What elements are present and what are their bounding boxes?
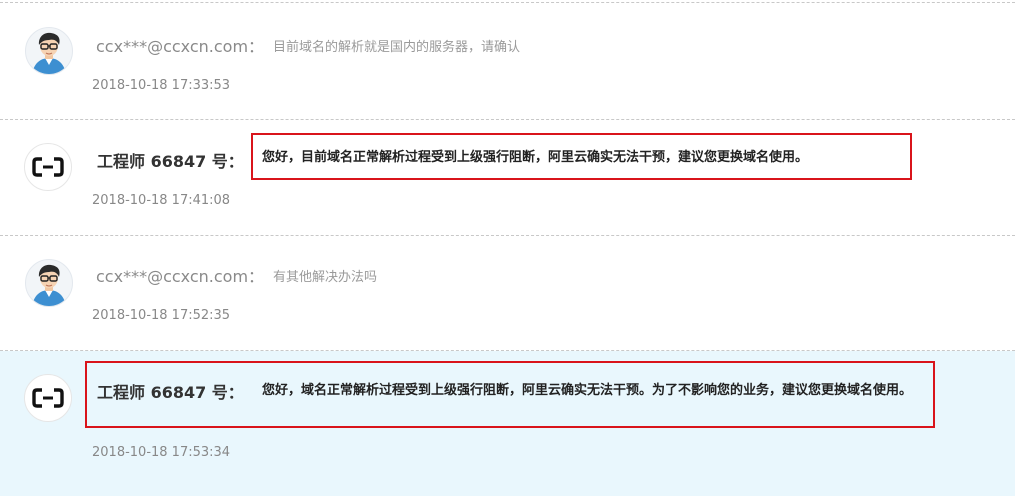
message-text-content: 您好，域名正常解析过程受到上级强行阻断，阿里云确实无法干预。为了不影响您的业务，… xyxy=(262,383,913,398)
message-timestamp: 2018-10-18 17:33:53 xyxy=(92,78,231,93)
message-row-engineer: 工程师 66847 号： 您好，目前域名正常解析过程受到上级强行阻断，阿里云确实… xyxy=(0,120,1015,235)
message-text: 您好，目前域名正常解析过程受到上级强行阻断，阿里云确实无法干预，建议您更换域名使… xyxy=(262,150,809,165)
message-row-engineer: 工程师 66847 号： 您好，域名正常解析过程受到上级强行阻断，阿里云确实无法… xyxy=(0,351,1015,496)
aliyun-logo-icon xyxy=(24,374,72,422)
person-glasses-icon xyxy=(25,259,73,307)
message-text: 目前域名的解析就是国内的服务器，请确认 xyxy=(273,40,521,55)
message-row-user: ccx***@ccxcn.com： 目前域名的解析就是国内的服务器，请确认 20… xyxy=(0,3,1015,119)
message-text: 您好，域名正常解析过程受到上级强行阻断，阿里云确实无法干预。为了不影响您的业务，… xyxy=(93,381,923,401)
person-glasses-icon xyxy=(25,27,73,75)
message-timestamp: 2018-10-18 17:41:08 xyxy=(92,193,231,208)
message-text: 有其他解决办法吗 xyxy=(273,270,378,285)
ticket-conversation: ccx***@ccxcn.com： 目前域名的解析就是国内的服务器，请确认 20… xyxy=(0,0,1015,496)
sender-name: ccx***@ccxcn.com： xyxy=(96,267,265,286)
message-timestamp: 2018-10-18 17:53:34 xyxy=(92,445,231,460)
aliyun-logo-icon xyxy=(24,143,72,191)
sender-name: 工程师 66847 号： xyxy=(97,152,244,171)
message-row-user: ccx***@ccxcn.com： 有其他解决办法吗 2018-10-18 17… xyxy=(0,236,1015,350)
message-timestamp: 2018-10-18 17:52:35 xyxy=(92,308,231,323)
sender-name: ccx***@ccxcn.com： xyxy=(96,37,265,56)
